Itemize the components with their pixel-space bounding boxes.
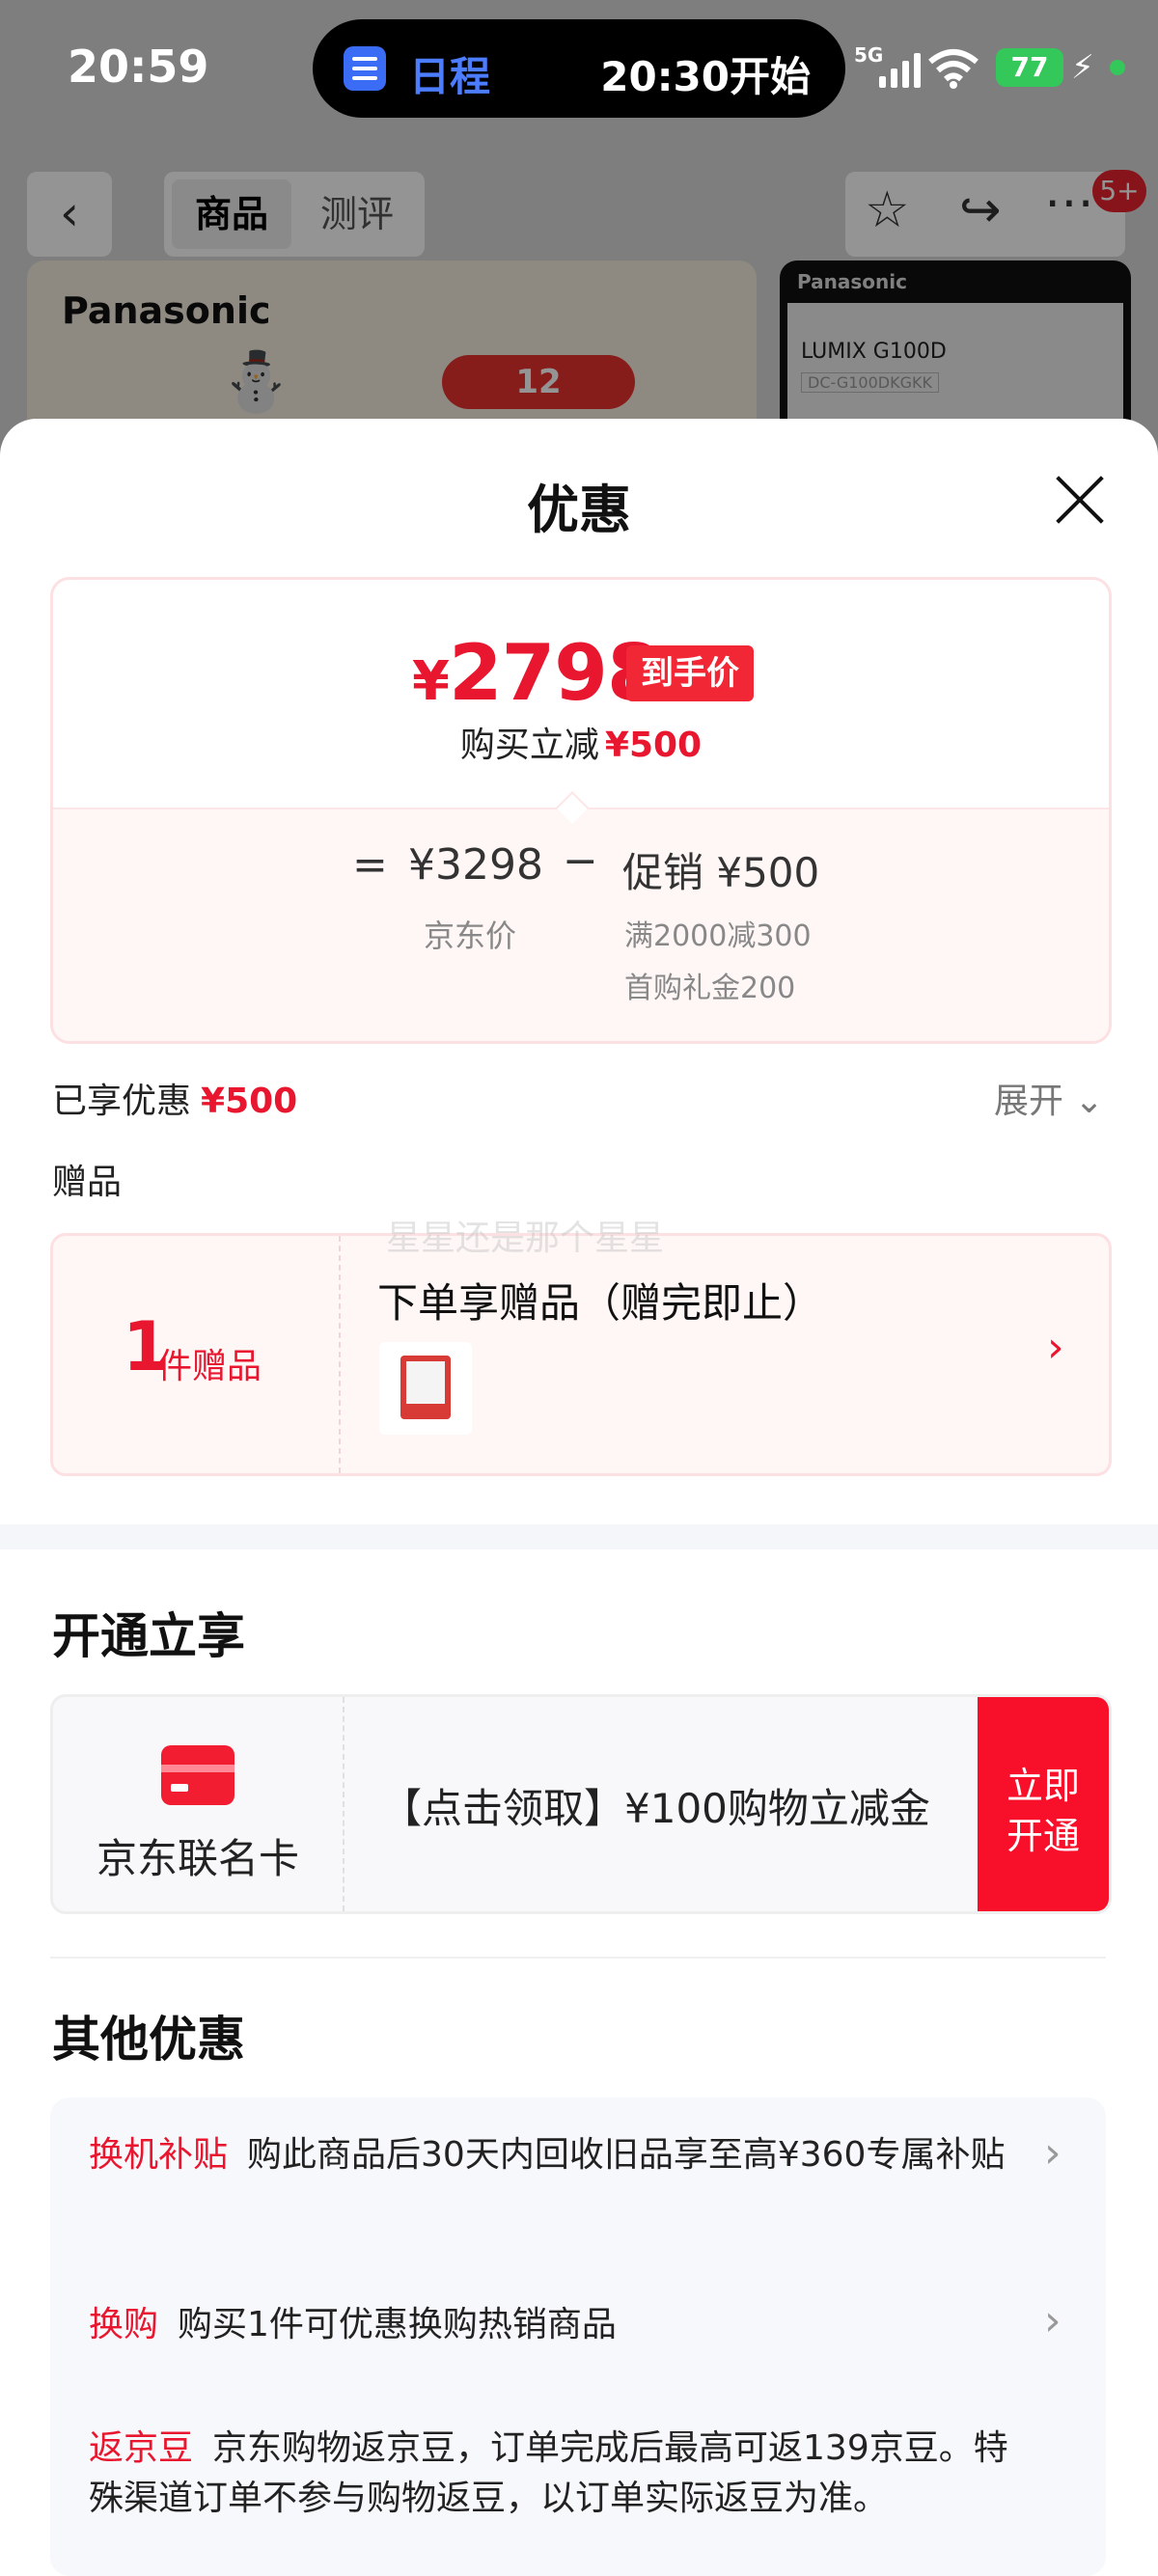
jd-price-label: 京东价 bbox=[424, 918, 517, 954]
equals-sign: = bbox=[352, 840, 388, 890]
status-bar: 20:59 日程 20:30开始 5G 77 ⚡ bbox=[0, 0, 1158, 145]
chevron-right-icon[interactable]: › bbox=[1044, 2296, 1062, 2345]
close-icon[interactable] bbox=[1052, 473, 1106, 527]
card-offer-text: 【点击领取】¥100购物立减金 bbox=[381, 1785, 930, 1832]
offer-row-jd-beans: 返京豆 京东购物返京豆，订单完成后最高可返139京豆。特殊渠道订单不参与购物返豆，… bbox=[89, 2428, 1008, 2518]
open-heading: 开通立享 bbox=[52, 1608, 245, 1664]
wifi-icon bbox=[928, 49, 979, 89]
chevron-down-icon: ⌄ bbox=[1074, 1082, 1104, 1121]
minus-sign: − bbox=[563, 836, 598, 886]
discount-sheet: 优惠 ¥2798 到手价 购买立减 ¥500 = ¥3298 京东价 − 促销 ¥… bbox=[0, 419, 1158, 2576]
promo-amount: 促销 ¥500 bbox=[622, 849, 820, 896]
other-offers: 换机补贴 购此商品后30天内回收旧品享至高¥360专属补贴 › 换购 购买1件可优惠… bbox=[50, 2097, 1106, 2576]
section-divider bbox=[0, 1524, 1158, 1549]
gift-heading: 赠品 bbox=[52, 1163, 123, 1202]
gift-title: 下单享赠品（赠完即止） bbox=[377, 1279, 824, 1327]
other-heading: 其他优惠 bbox=[52, 2012, 245, 2068]
dynamic-island[interactable]: 日程 20:30开始 bbox=[313, 19, 845, 118]
co-brand-card-offer[interactable]: 京东联名卡 【点击领取】¥100购物立减金 立即 开通 bbox=[50, 1694, 1112, 1914]
sd-card-icon bbox=[400, 1356, 451, 1419]
final-price: ¥2798 bbox=[412, 628, 661, 718]
jd-price: ¥3298 bbox=[408, 840, 543, 890]
chevron-right-icon[interactable]: › bbox=[1044, 2128, 1062, 2178]
credit-card-icon bbox=[161, 1745, 234, 1805]
watermark: 星星还是那个星星 bbox=[386, 1219, 665, 1258]
promo-detail: 首购礼金200 bbox=[624, 972, 796, 1005]
network-type: 5G bbox=[854, 43, 884, 67]
enjoyed-discount: 已享优惠 ¥500 bbox=[52, 1082, 298, 1121]
promo-detail: 满2000减300 bbox=[624, 919, 812, 953]
instant-discount: 购买立减 ¥500 bbox=[459, 726, 703, 765]
battery-icon: 77 bbox=[996, 48, 1063, 87]
charging-icon: ⚡ bbox=[1071, 48, 1094, 87]
chevron-right-icon[interactable]: › bbox=[1047, 1323, 1064, 1372]
card-name: 京东联名卡 bbox=[96, 1835, 299, 1882]
open-now-button[interactable]: 立即 开通 bbox=[978, 1697, 1109, 1911]
price-card: ¥2798 到手价 购买立减 ¥500 = ¥3298 京东价 − 促销 ¥500… bbox=[50, 577, 1112, 1044]
gift-count-unit: 件赠品 bbox=[157, 1347, 262, 1386]
sheet-title: 优惠 bbox=[527, 480, 631, 540]
gift-thumbnail[interactable] bbox=[379, 1342, 472, 1435]
gift-card[interactable]: 1 件赠品 下单享赠品（赠完即止） › bbox=[50, 1233, 1112, 1476]
status-time: 20:59 bbox=[68, 41, 209, 93]
offer-row-exchange[interactable]: 换购 购买1件可优惠换购热销商品 bbox=[89, 2300, 1034, 2350]
privacy-dot bbox=[1110, 60, 1125, 75]
final-price-badge: 到手价 bbox=[626, 645, 754, 701]
offer-row-trade-in[interactable]: 换机补贴 购此商品后30天内回收旧品享至高¥360专属补贴 bbox=[89, 2130, 1034, 2180]
expand-button[interactable]: 展开 ⌄ bbox=[994, 1073, 1104, 1123]
calendar-icon bbox=[344, 46, 386, 91]
schedule-app-name: 日程 bbox=[409, 53, 491, 100]
schedule-time: 20:30开始 bbox=[600, 53, 811, 100]
